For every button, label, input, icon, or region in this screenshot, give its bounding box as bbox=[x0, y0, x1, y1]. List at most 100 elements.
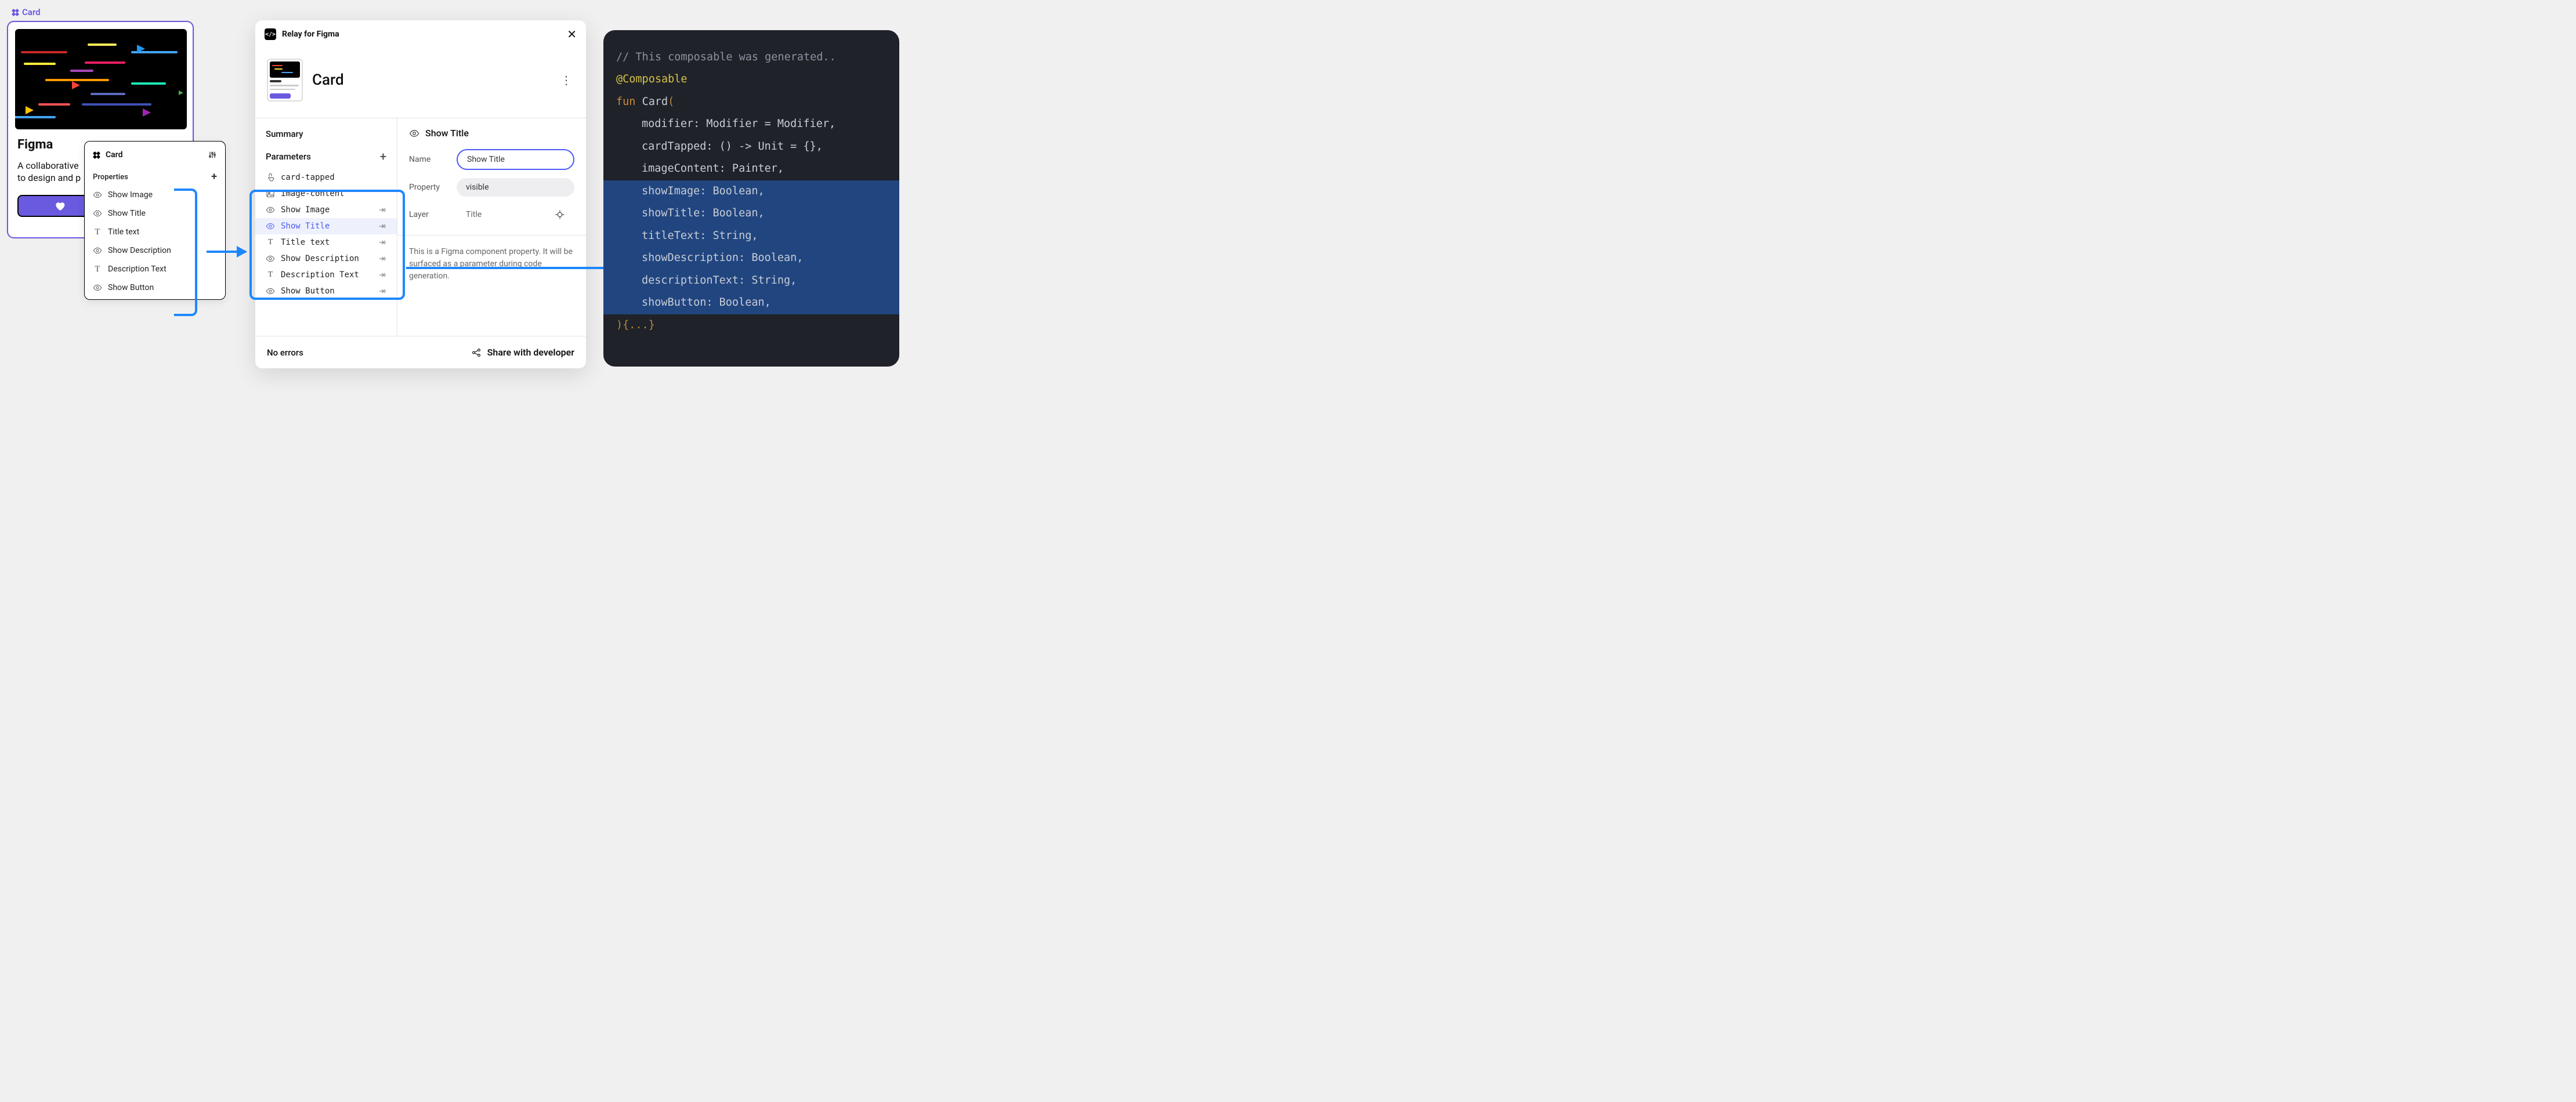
param-item[interactable]: card-tapped bbox=[255, 169, 397, 186]
generated-code-panel: // This composable was generated.. @Comp… bbox=[603, 30, 899, 367]
tap-icon bbox=[266, 173, 275, 182]
relay-titlebar: </> Relay for Figma ✕ bbox=[255, 20, 586, 48]
text-icon: T bbox=[266, 238, 275, 247]
param-item[interactable]: Show Image bbox=[255, 202, 397, 218]
properties-panel-header: Card bbox=[85, 144, 225, 166]
param-label: Description Text bbox=[281, 270, 359, 280]
figma-component-label[interactable]: Card bbox=[12, 7, 41, 17]
properties-header-title: Card bbox=[106, 150, 122, 160]
property-label: Description Text bbox=[108, 264, 167, 274]
heart-icon bbox=[54, 200, 66, 212]
code-line: cardTapped: () -> Unit = {}, bbox=[616, 136, 887, 158]
param-label: Title text bbox=[281, 238, 330, 247]
detail-description: This is a Figma component property. It w… bbox=[409, 246, 574, 282]
param-item-selected[interactable]: Show Title bbox=[255, 218, 397, 234]
eye-icon bbox=[93, 209, 102, 218]
property-label: Show Title bbox=[108, 209, 146, 218]
mapping-arrow-icon bbox=[378, 287, 386, 295]
param-label: Show Button bbox=[281, 287, 335, 296]
code-line: imageContent: Painter, bbox=[616, 158, 887, 180]
param-item[interactable]: Show Description bbox=[255, 251, 397, 267]
relay-panel: </> Relay for Figma ✕ Card ⋮ Summary bbox=[255, 20, 586, 368]
adjust-icon[interactable] bbox=[208, 150, 217, 160]
more-menu-button[interactable]: ⋮ bbox=[558, 71, 574, 89]
text-icon: T bbox=[93, 227, 102, 237]
code-line: fun Card( bbox=[616, 91, 887, 113]
code-line: showDescription: Boolean, bbox=[616, 247, 887, 269]
target-icon[interactable] bbox=[555, 209, 565, 220]
detail-title: Show Title bbox=[409, 128, 574, 139]
name-label: Name bbox=[409, 155, 450, 164]
mapping-arrow-icon bbox=[378, 255, 386, 263]
eye-icon bbox=[93, 190, 102, 200]
name-input[interactable]: Show Title bbox=[457, 149, 574, 170]
property-label: Show Description bbox=[108, 246, 171, 255]
properties-section-header: Properties + bbox=[85, 166, 225, 186]
mapping-arrow-icon bbox=[378, 271, 386, 279]
eye-icon bbox=[93, 283, 102, 292]
property-label: Show Image bbox=[108, 190, 153, 200]
relay-sidebar: Summary Parameters + card-tapped image-c… bbox=[255, 118, 397, 336]
code-line: descriptionText: String, bbox=[616, 270, 887, 292]
eye-icon bbox=[93, 246, 102, 255]
layer-label: Layer bbox=[409, 210, 450, 219]
component-label-text: Card bbox=[22, 7, 41, 17]
annotation-arrow bbox=[207, 251, 246, 253]
relay-detail-pane: Show Title Name Show Title Property visi… bbox=[397, 118, 586, 336]
property-item[interactable]: Show Image bbox=[85, 186, 225, 204]
param-item[interactable]: Show Button bbox=[255, 283, 397, 299]
eye-icon bbox=[266, 254, 275, 263]
component-diamond-icon bbox=[12, 9, 19, 16]
image-icon bbox=[266, 189, 275, 198]
param-item[interactable]: T Description Text bbox=[255, 267, 397, 283]
summary-section[interactable]: Summary bbox=[255, 128, 397, 146]
parameters-section-header: Parameters + bbox=[255, 146, 397, 169]
property-label: Title text bbox=[108, 227, 139, 237]
share-icon bbox=[471, 347, 482, 358]
detail-name-field: Name Show Title bbox=[409, 149, 574, 170]
property-label: Property bbox=[409, 183, 450, 192]
card-hero-image bbox=[15, 29, 187, 129]
relay-heading: Card bbox=[312, 71, 344, 89]
text-icon: T bbox=[266, 270, 275, 280]
code-line: showImage: Boolean, bbox=[616, 180, 887, 202]
param-label: image-content bbox=[281, 189, 345, 198]
mapping-arrow-icon bbox=[378, 238, 386, 246]
property-item[interactable]: Show Button bbox=[85, 278, 225, 297]
figma-properties-panel: Card Properties + Show Image Show Title … bbox=[84, 141, 226, 300]
code-line: // This composable was generated.. bbox=[616, 46, 887, 68]
relay-header: Card ⋮ bbox=[255, 48, 586, 118]
property-item[interactable]: Show Title bbox=[85, 204, 225, 223]
param-item[interactable]: image-content bbox=[255, 186, 397, 202]
share-with-developer-button[interactable]: Share with developer bbox=[471, 347, 574, 358]
property-chip[interactable]: visible bbox=[457, 178, 574, 197]
property-item[interactable]: T Title text bbox=[85, 223, 225, 241]
code-line: showTitle: Boolean, bbox=[616, 202, 887, 224]
param-label: Show Title bbox=[281, 222, 330, 231]
close-button[interactable]: ✕ bbox=[567, 27, 577, 41]
property-item[interactable]: T Description Text bbox=[85, 260, 225, 278]
detail-property-field: Property visible bbox=[409, 178, 574, 197]
eye-icon bbox=[266, 205, 275, 215]
no-errors-label: No errors bbox=[267, 347, 303, 358]
add-parameter-button[interactable]: + bbox=[380, 150, 386, 164]
eye-icon bbox=[266, 287, 275, 296]
property-label: Show Button bbox=[108, 283, 154, 292]
param-label: Show Image bbox=[281, 205, 330, 215]
param-item[interactable]: T Title text bbox=[255, 234, 397, 251]
add-property-button[interactable]: + bbox=[211, 172, 217, 182]
property-item[interactable]: Show Description bbox=[85, 241, 225, 260]
parameters-label: Parameters bbox=[266, 151, 311, 162]
mapping-arrow-icon bbox=[378, 222, 386, 230]
component-diamond-icon bbox=[93, 151, 100, 158]
code-line: ){...} bbox=[616, 314, 887, 336]
param-label: Show Description bbox=[281, 254, 359, 263]
annotation-arrow bbox=[406, 267, 627, 269]
eye-icon bbox=[409, 128, 419, 139]
detail-layer-field: Layer Title bbox=[409, 205, 574, 224]
layer-value[interactable]: Title bbox=[457, 205, 574, 224]
param-label: card-tapped bbox=[281, 173, 335, 182]
code-line: titleText: String, bbox=[616, 225, 887, 247]
annotation-bracket bbox=[174, 188, 197, 316]
component-thumbnail bbox=[267, 59, 303, 102]
